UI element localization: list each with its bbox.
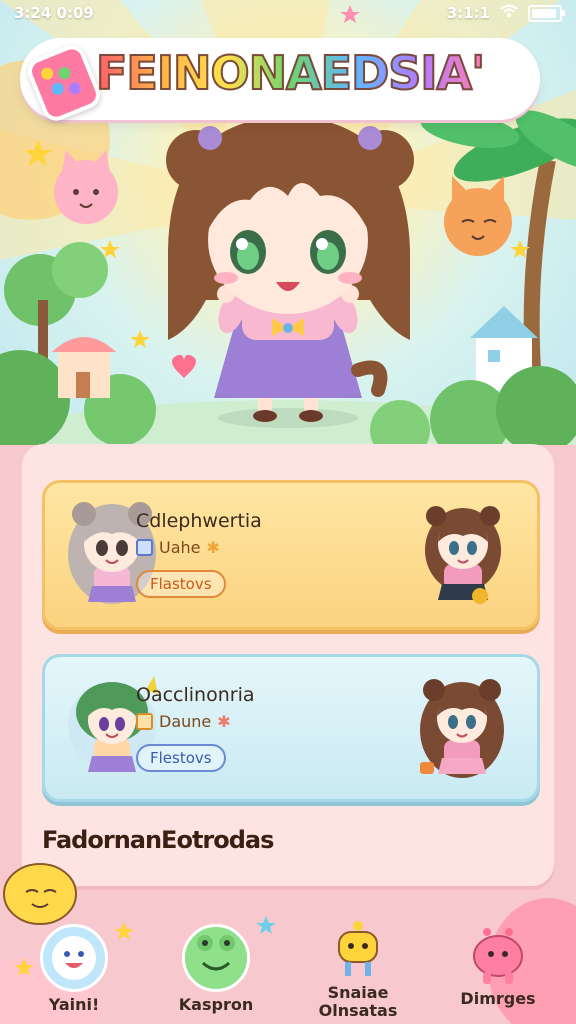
- card-2-subtitle: Daune ✱: [136, 712, 231, 731]
- bottom-nav: Yaini! Kaspron Snaiae Olnsatas Dimrges: [0, 863, 576, 1024]
- nav-item-dimrges[interactable]: Dimrges: [438, 924, 558, 1008]
- frog-face-icon: [182, 924, 250, 992]
- smile-face-icon: [40, 924, 108, 992]
- section-title: FadornanEotrodas: [42, 826, 274, 854]
- nav-item-yaini[interactable]: Yaini!: [14, 924, 134, 1014]
- card-2-button[interactable]: Flestovs: [136, 744, 226, 772]
- hero-banner: FEINONAEDSIA': [0, 0, 576, 445]
- status-bar: 3:24 0:09 3:1:1: [0, 0, 576, 26]
- card-2-title: Oacclinonria: [136, 684, 255, 706]
- status-signal: 3:1:1: [446, 4, 490, 22]
- game-title: FEINONAEDSIA': [95, 45, 486, 101]
- card-1-title: Cdlephwertia: [136, 510, 262, 532]
- card-1-avatar-right: [418, 500, 508, 614]
- mascot-icon: [0, 858, 80, 932]
- nav-item-snaiae[interactable]: Snaiae Olnsatas: [298, 918, 418, 1020]
- checkbox-icon: [136, 539, 153, 556]
- nav-label-dimrges: Dimrges: [460, 989, 536, 1008]
- card-1-subtitle: Uahe ✱: [136, 538, 220, 557]
- nav-label-snaiae: Snaiae Olnsatas: [318, 983, 398, 1020]
- nav-label-yaini: Yaini!: [48, 995, 100, 1014]
- wifi-icon: [500, 4, 518, 22]
- status-time: 3:24 0:09: [14, 4, 94, 22]
- yellow-bot-icon: [327, 918, 389, 980]
- nav-label-kaspron: Kaspron: [178, 995, 254, 1014]
- battery-icon: [528, 4, 565, 22]
- card-1-button[interactable]: Flastovs: [136, 570, 226, 598]
- nav-item-kaspron[interactable]: Kaspron: [156, 924, 276, 1014]
- card-2-avatar-right: [414, 672, 510, 788]
- pink-creature-icon: [467, 924, 529, 986]
- sparkle-icon: ✱: [206, 538, 220, 557]
- checkbox-icon: [136, 713, 153, 730]
- sparkle-icon: ✱: [217, 712, 231, 731]
